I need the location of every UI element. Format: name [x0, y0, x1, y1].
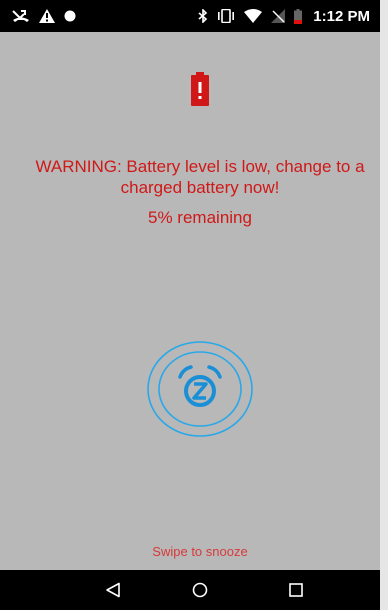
- battery-warning-message: WARNING: Battery level is low, change to…: [0, 156, 388, 198]
- missed-call-icon: [12, 9, 30, 23]
- dot-icon: [64, 10, 76, 22]
- back-triangle-icon: [106, 582, 120, 598]
- wifi-icon: [244, 9, 263, 23]
- vibrate-icon: [217, 9, 235, 23]
- swipe-to-snooze-label: Swipe to snooze: [152, 544, 248, 559]
- warning-line-2: charged battery now!: [120, 178, 280, 197]
- no-signal-icon: [271, 9, 286, 23]
- battery-remaining-text: 5% remaining: [148, 208, 252, 227]
- battery-alert-icon: [191, 72, 209, 111]
- battery-low-icon: [294, 8, 303, 24]
- screen-edge: [380, 0, 388, 610]
- warning-line-1: WARNING: Battery level is low, change to…: [35, 157, 365, 176]
- status-bar: 1:12 PM: [0, 0, 380, 32]
- home-button[interactable]: [188, 578, 212, 602]
- snooze-button[interactable]: [146, 340, 254, 438]
- screen: [0, 0, 380, 610]
- status-time: 1:12 PM: [313, 7, 370, 25]
- home-circle-icon: [192, 582, 208, 598]
- bluetooth-icon: [198, 9, 208, 23]
- recents-button[interactable]: [284, 578, 308, 602]
- snooze-alarm-icon: [147, 341, 253, 437]
- back-button[interactable]: [101, 578, 125, 602]
- navigation-bar: [0, 570, 380, 610]
- alert-triangle-icon: [39, 9, 55, 23]
- recents-square-icon: [289, 583, 303, 597]
